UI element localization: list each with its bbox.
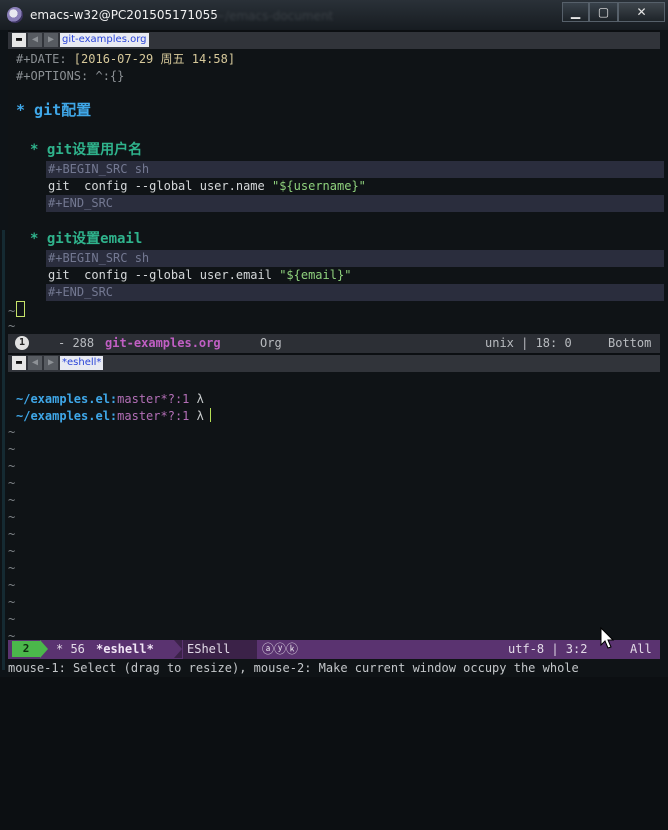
top-pane-header-line: ▬ ◀ ▶ git-examples.org: [8, 32, 660, 49]
end-src-line: #+END_SRC: [46, 284, 664, 301]
echo-area: mouse-1: Select (drag to resize), mouse-…: [8, 659, 660, 677]
prompt-git-branch: master*?:1: [117, 392, 190, 406]
end-src-text: #+END_SRC: [48, 196, 114, 210]
date-value: [2016-07-29 周五 14:58]: [73, 52, 236, 66]
empty-line-marker: ~: [8, 612, 16, 626]
prompt-lambda: λ: [196, 409, 204, 423]
major-mode[interactable]: EShell: [183, 640, 257, 659]
powerline-separator: [174, 640, 182, 658]
eshell-prompt-line: ~/examples.el:master*?:1 λ: [16, 391, 204, 408]
heading-set-username[interactable]: * git设置用户名: [30, 142, 142, 159]
text-cursor: [16, 301, 26, 317]
text-cursor: [209, 408, 211, 422]
encoding-and-position[interactable]: unix | 18: 0: [485, 334, 572, 353]
mouse-pointer-icon: [600, 627, 615, 649]
window-frame-left[interactable]: [0, 30, 8, 677]
empty-line-marker: ~: [8, 459, 16, 473]
close-button[interactable]: ✕: [618, 2, 665, 22]
code-line-username: git config --global user.name "${usernam…: [48, 178, 366, 195]
empty-line-marker: ~: [8, 527, 16, 541]
options-line: #+OPTIONS: ^:{}: [16, 69, 125, 83]
code-command: git config --global user.name: [48, 179, 272, 193]
empty-line-marker: ~: [8, 476, 16, 490]
minor-modes[interactable]: ⓐⓨⓚ: [262, 640, 298, 659]
window-number-badge[interactable]: 2: [12, 641, 40, 657]
maximize-button[interactable]: ▢: [589, 2, 618, 22]
empty-line-marker: ~: [8, 442, 16, 456]
date-keyword: #+DATE:: [16, 52, 74, 66]
begin-src-text: #+BEGIN_SRC sh: [48, 162, 150, 176]
begin-src-text: #+BEGIN_SRC sh: [48, 251, 150, 265]
buffer-status: * 56: [56, 642, 85, 656]
begin-src-line: #+BEGIN_SRC sh: [46, 250, 664, 267]
empty-line-marker: ~: [8, 425, 16, 439]
prompt-git-branch: master*?:1: [117, 409, 190, 423]
major-mode[interactable]: Org: [260, 334, 282, 353]
minimize-button[interactable]: ▁: [562, 2, 589, 22]
prompt-path: ~/examples.el:: [16, 392, 118, 406]
prompt-path: ~/examples.el:: [16, 409, 118, 423]
buffer-position: Bottom: [608, 336, 652, 350]
eshell-buffer[interactable]: ~/examples.el:master*?:1 λ ~/examples.el…: [8, 372, 660, 643]
next-buffer-icon[interactable]: ▶: [44, 356, 58, 370]
powerline-separator: [40, 640, 48, 658]
bottom-modeline[interactable]: 2 * 56 *eshell* EShell ⓐⓨⓚ utf-8 | 3:2 A…: [8, 640, 660, 659]
date-line: #+DATE: [2016-07-29 周五 14:58]: [16, 51, 235, 68]
code-string: "${username}": [271, 179, 366, 193]
top-modeline[interactable]: 1 - 288 git-examples.org Org unix | 18: …: [8, 334, 660, 353]
code-command: git config --global user.email: [48, 268, 280, 282]
buffer-position: All: [630, 642, 652, 656]
end-src-line: #+END_SRC: [46, 195, 664, 212]
code-line-email: git config --global user.email "${email}…: [48, 267, 351, 284]
end-src-text: #+END_SRC: [48, 285, 114, 299]
empty-line-marker: ~: [8, 510, 16, 524]
window-title: emacs-w32@PC201505171055: [30, 8, 218, 22]
tab-git-examples-org[interactable]: git-examples.org: [60, 33, 149, 47]
empty-line-marker: ~: [8, 578, 16, 592]
buffer-name[interactable]: git-examples.org: [105, 334, 221, 353]
window-title-ghost-text: ~/emacs-document: [215, 9, 334, 23]
empty-line-marker: ~: [8, 493, 16, 507]
empty-line-marker: ~: [8, 319, 16, 333]
prompt-lambda: λ: [196, 392, 204, 406]
encoding-and-position[interactable]: utf-8 | 3:2: [508, 640, 587, 659]
eshell-prompt-line[interactable]: ~/examples.el:master*?:1 λ: [16, 408, 211, 425]
code-string: "${email}": [279, 268, 352, 282]
next-buffer-icon[interactable]: ▶: [44, 33, 58, 47]
empty-line-marker: ~: [8, 595, 16, 609]
window-frame-right[interactable]: [660, 30, 668, 677]
window-titlebar[interactable]: emacs-w32@PC201505171055 ~/emacs-documen…: [0, 0, 668, 30]
close-buffer-icon[interactable]: ▬: [12, 356, 26, 370]
empty-line-marker: ~: [8, 544, 16, 558]
emacs-app-icon[interactable]: [7, 7, 23, 23]
window-number-badge[interactable]: 1: [15, 336, 29, 350]
begin-src-line: #+BEGIN_SRC sh: [46, 161, 664, 178]
heading-set-email[interactable]: * git设置email: [30, 231, 142, 248]
bottom-pane-header-line: ▬ ◀ ▶ *eshell*: [8, 355, 660, 372]
tab-eshell[interactable]: *eshell*: [60, 356, 104, 370]
previous-buffer-icon[interactable]: ◀: [28, 356, 42, 370]
close-buffer-icon[interactable]: ▬: [12, 33, 26, 47]
org-buffer[interactable]: #+DATE: [2016-07-29 周五 14:58] #+OPTIONS:…: [8, 49, 664, 334]
empty-line-marker: ~: [8, 561, 16, 575]
previous-buffer-icon[interactable]: ◀: [28, 33, 42, 47]
buffer-name[interactable]: *eshell*: [96, 640, 154, 659]
buffer-status: - 288: [58, 336, 95, 350]
heading-git-config[interactable]: * git配置: [16, 102, 91, 119]
